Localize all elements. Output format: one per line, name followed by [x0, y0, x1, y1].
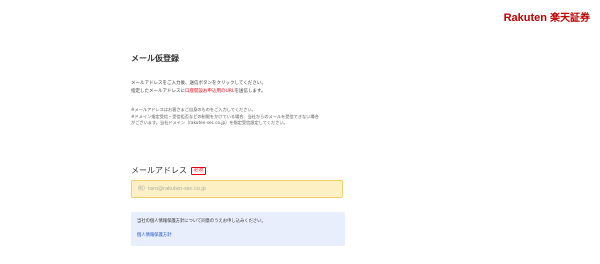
intro-line-2-prefix: 指定したメールアドレスに [131, 88, 185, 94]
intro-line-2: 指定したメールアドレスに口座開設お申込用のURLを送信します。 [131, 88, 266, 96]
email-field-label: メールアドレス [131, 166, 187, 175]
note-3: がございます。当社ドメイン（rakuten-sec.co.jp）を指定受信設定し… [131, 120, 288, 125]
intro-url-highlight: 口座開設お申込用のURL [185, 88, 235, 94]
email-label-row: メールアドレス 必須 [131, 165, 206, 176]
privacy-notice-text: 当社の個人情報保護方針について同意のうえお申し込みください。 [137, 219, 266, 224]
intro-text: メールアドレスをご入力後、送信ボタンをクリックしてください。 指定したメールアド… [131, 80, 266, 95]
email-input[interactable] [131, 180, 343, 198]
logo-latin: Rakuten [503, 12, 547, 24]
rakuten-securities-logo[interactable]: Rakuten 楽天証券 [504, 13, 590, 24]
page-title: メール仮登録 [131, 54, 179, 63]
logo-japanese: 楽天証券 [550, 12, 590, 24]
required-badge: 必須 [191, 166, 206, 175]
notes: ※メールアドレスはお客さまご自身のものをご入力してください。 ※ドメイン指定受信… [131, 107, 319, 127]
intro-line-1: メールアドレスをご入力後、送信ボタンをクリックしてください。 [131, 81, 266, 86]
privacy-policy-link[interactable]: 個人情報保護方針 [137, 232, 339, 238]
page: Rakuten 楽天証券 メール仮登録 メールアドレスをご入力後、送信ボタンをク… [0, 0, 600, 264]
privacy-notice-box: 当社の個人情報保護方針について同意のうえお申し込みください。 個人情報保護方針 [131, 212, 345, 246]
intro-line-2-suffix: を送信します。 [234, 88, 266, 94]
